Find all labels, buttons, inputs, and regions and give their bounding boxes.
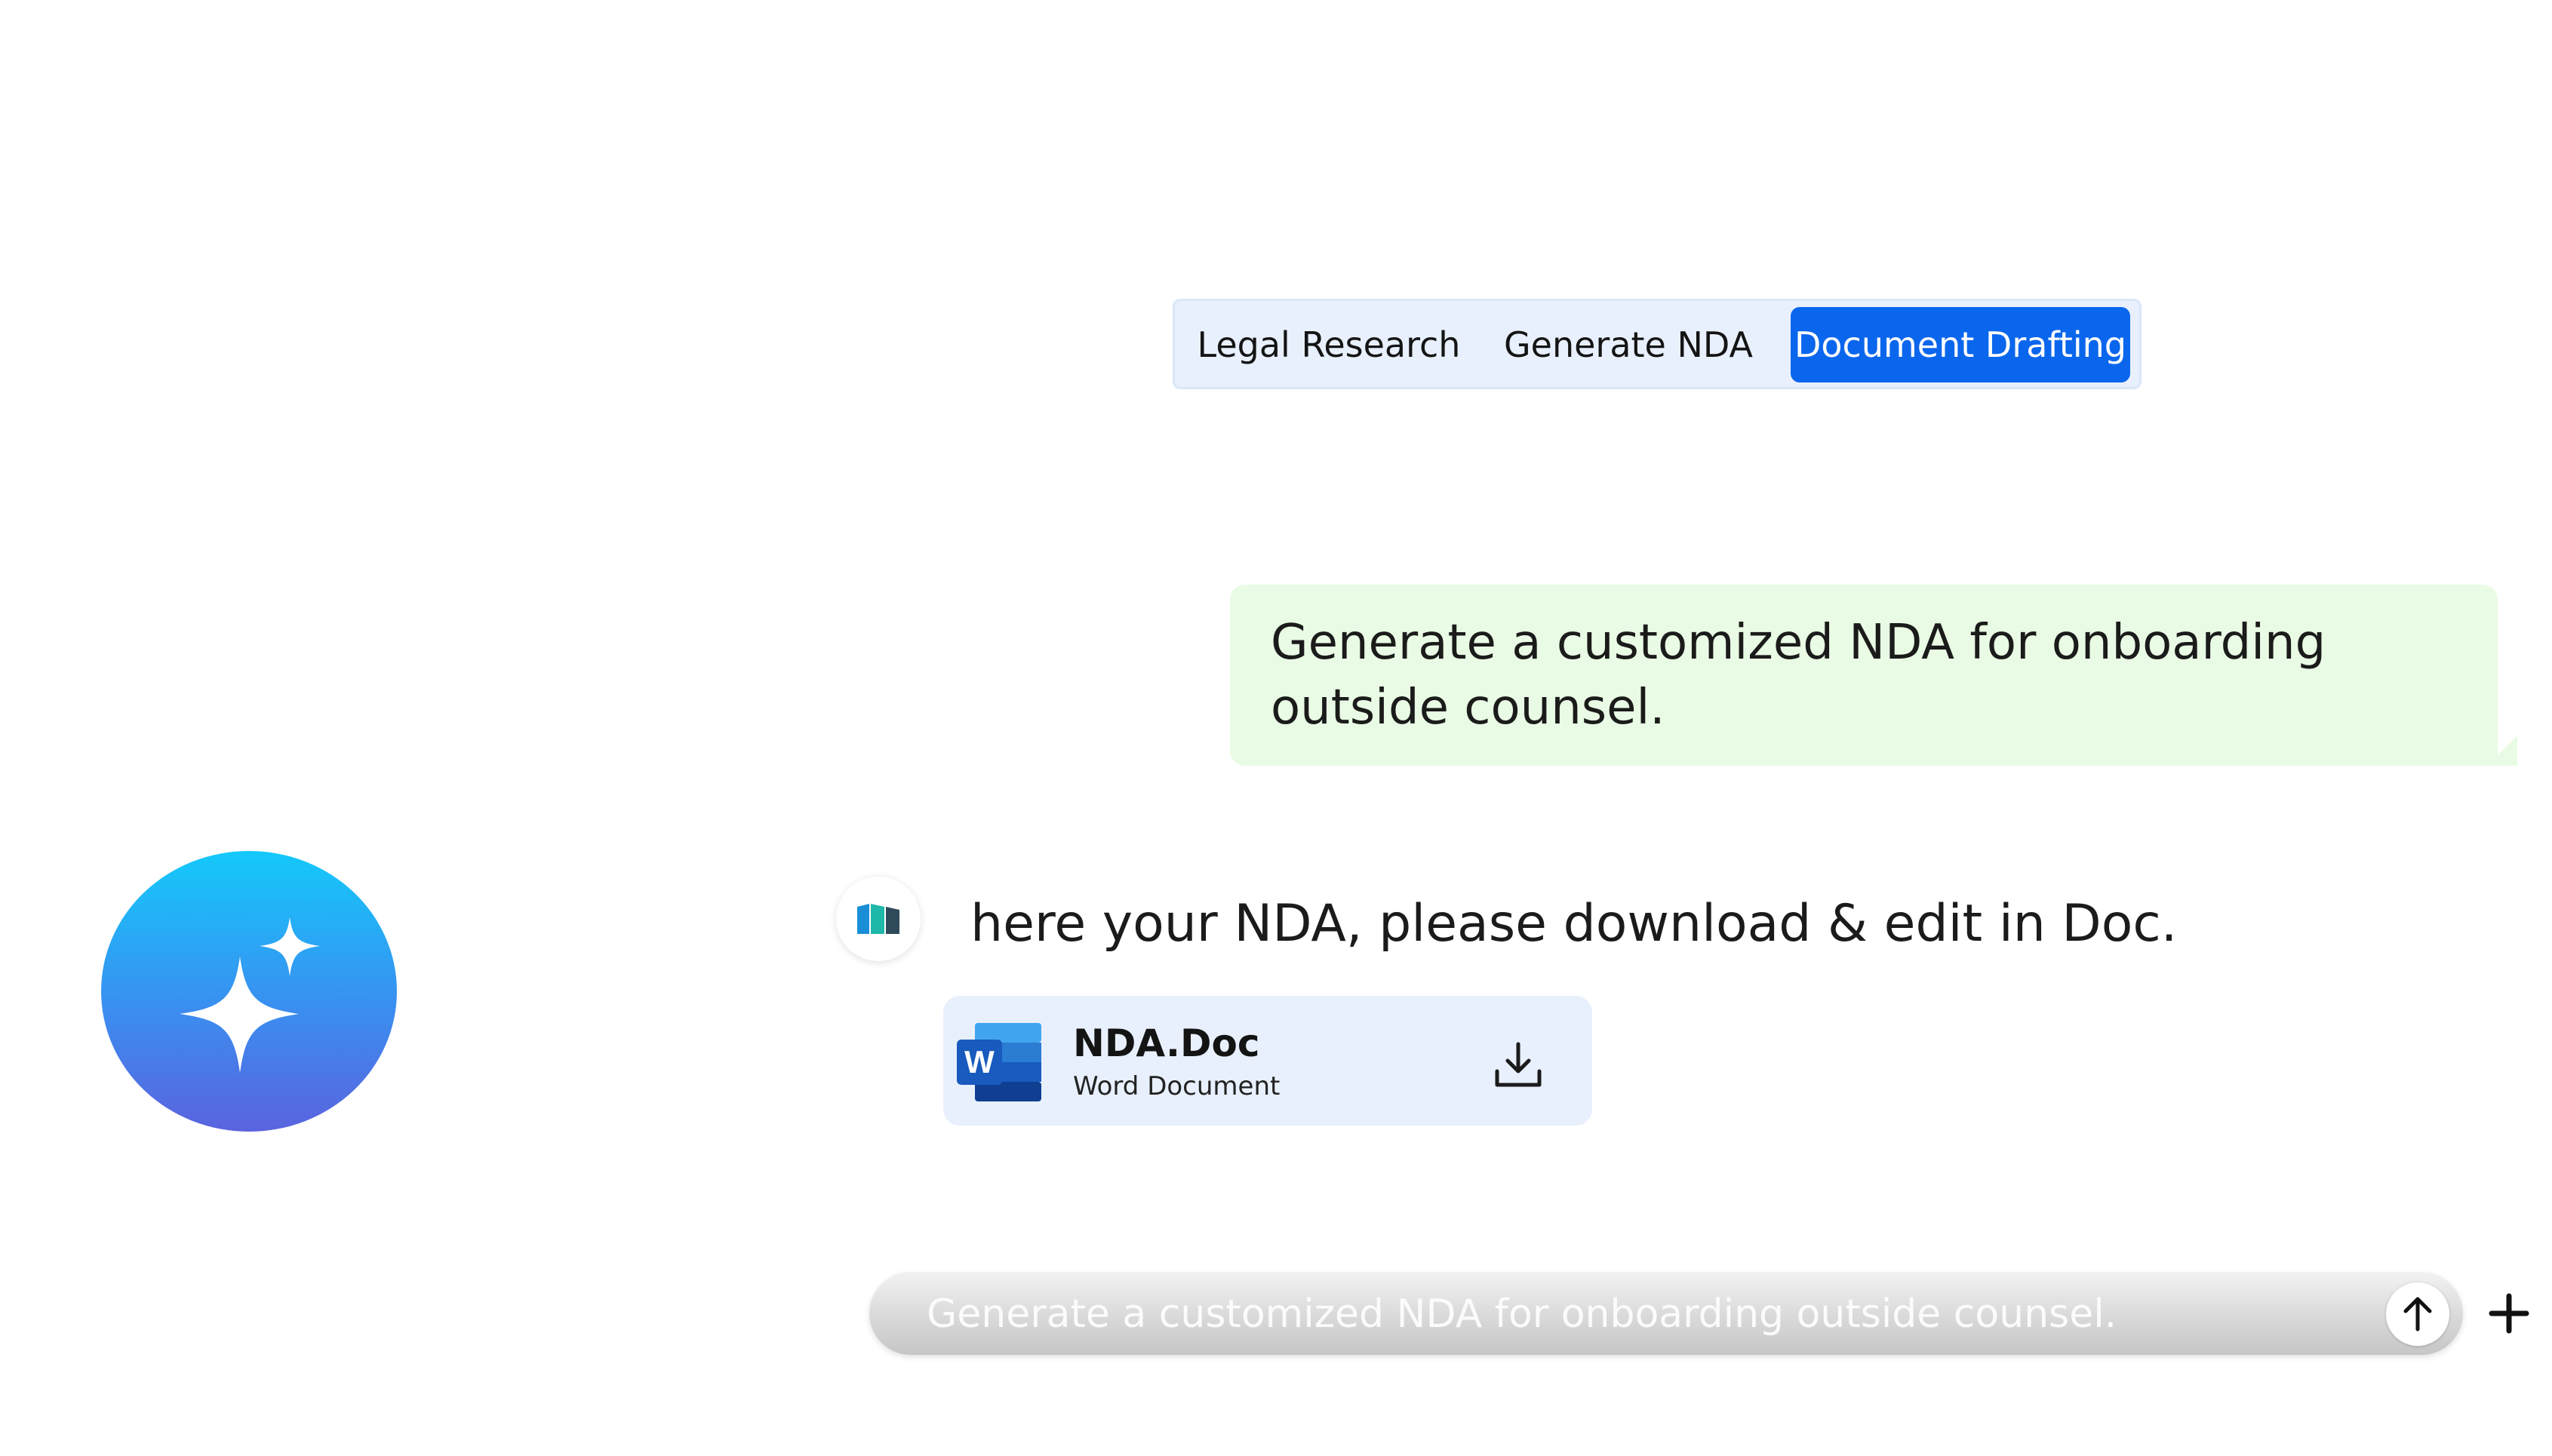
message-input[interactable] (925, 1272, 2286, 1356)
svg-text:W: W (964, 1044, 995, 1080)
send-button[interactable] (2386, 1282, 2449, 1346)
user-bubble-tail (2487, 736, 2517, 766)
tab-generate-nda[interactable]: Generate NDA (1496, 307, 1760, 382)
user-message-text: Generate a customized NDA for onboarding… (1271, 615, 2326, 736)
word-icon: W (957, 1023, 1041, 1101)
tab-legal-research[interactable]: Legal Research (1193, 307, 1465, 382)
mode-tabs: Legal Research Generate NDA Document Dra… (1173, 299, 2142, 389)
attachment-file-type: Word Document (1073, 1071, 1281, 1101)
assistant-message-text: here your NDA, please download & edit in… (970, 894, 2178, 954)
sparkle-icon (180, 917, 320, 1073)
chat-screen: Legal Research Generate NDA Document Dra… (0, 0, 2552, 1456)
arrow-up-icon (2403, 1297, 2432, 1332)
brand-logo-icon (857, 904, 899, 934)
assistant-avatar (836, 877, 921, 961)
tab-document-drafting[interactable]: Document Drafting (1791, 307, 2130, 382)
download-icon[interactable] (1491, 1038, 1545, 1092)
attachment-card[interactable]: W NDA.Doc Word Document (943, 996, 1592, 1126)
attachment-file-name: NDA.Doc (1073, 1021, 1260, 1065)
message-composer (869, 1272, 2463, 1356)
user-message-bubble: Generate a customized NDA for onboarding… (1230, 585, 2498, 766)
ai-assistant-badge (101, 851, 397, 1132)
plus-icon[interactable] (2483, 1287, 2535, 1340)
